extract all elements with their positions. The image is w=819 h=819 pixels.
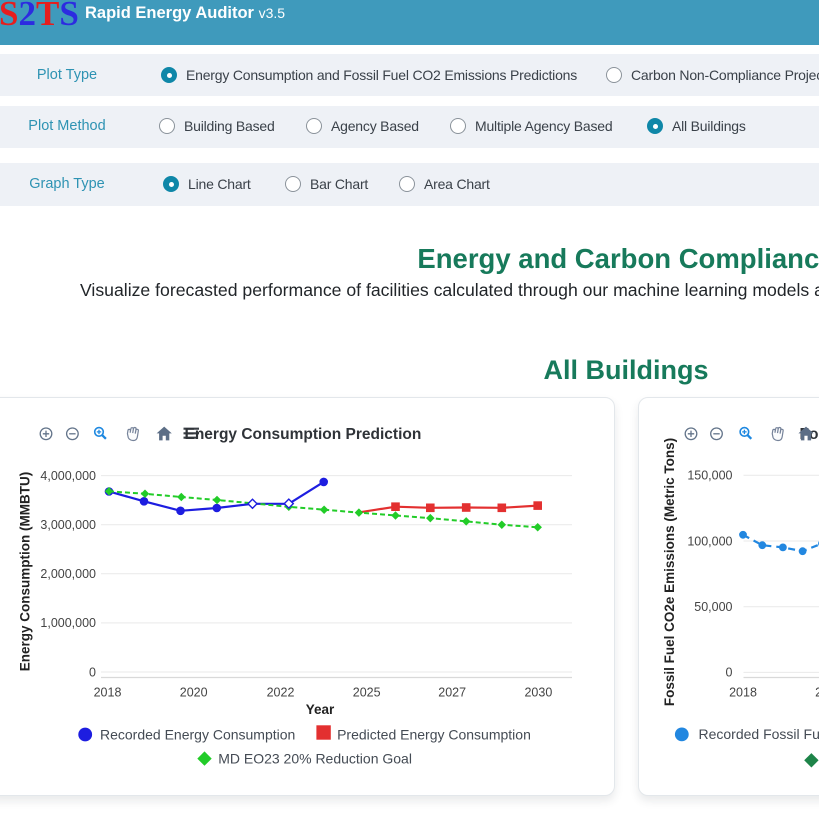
svg-text:0: 0 [726, 666, 733, 680]
svg-text:50,000: 50,000 [694, 600, 732, 614]
svg-text:Predicted Energy Consumption: Predicted Energy Consumption [337, 727, 531, 743]
svg-text:2020: 2020 [815, 686, 819, 700]
svg-text:Fossil Fuel CO2e Emissions (Me: Fossil Fuel CO2e Emissions (Metric Tons) [662, 438, 677, 706]
svg-text:2020: 2020 [180, 686, 208, 700]
svg-text:2030: 2030 [524, 686, 552, 700]
svg-text:2,000,000: 2,000,000 [40, 567, 96, 581]
svg-text:Recorded Fossil Fuel CO2e Emis: Recorded Fossil Fuel CO2e Emissions [699, 726, 819, 742]
svg-text:Recorded Energy Consumption: Recorded Energy Consumption [100, 727, 295, 743]
svg-text:Energy Consumption (MMBTU): Energy Consumption (MMBTU) [18, 472, 33, 671]
svg-text:2022: 2022 [267, 686, 295, 700]
svg-text:3,000,000: 3,000,000 [40, 518, 96, 532]
svg-text:2018: 2018 [729, 686, 757, 700]
svg-text:100,000: 100,000 [687, 534, 732, 548]
svg-text:4,000,000: 4,000,000 [40, 469, 96, 483]
svg-text:0: 0 [89, 665, 96, 679]
svg-text:Energy Consumption Prediction: Energy Consumption Prediction [185, 426, 422, 443]
svg-text:2018: 2018 [94, 686, 122, 700]
svg-text:2027: 2027 [438, 686, 466, 700]
svg-text:2025: 2025 [353, 686, 381, 700]
svg-text:Year: Year [306, 702, 335, 717]
svg-text:MD EO23 20% Reduction Goal: MD EO23 20% Reduction Goal [218, 750, 412, 766]
svg-text:150,000: 150,000 [687, 469, 732, 483]
svg-text:1,000,000: 1,000,000 [40, 616, 96, 630]
